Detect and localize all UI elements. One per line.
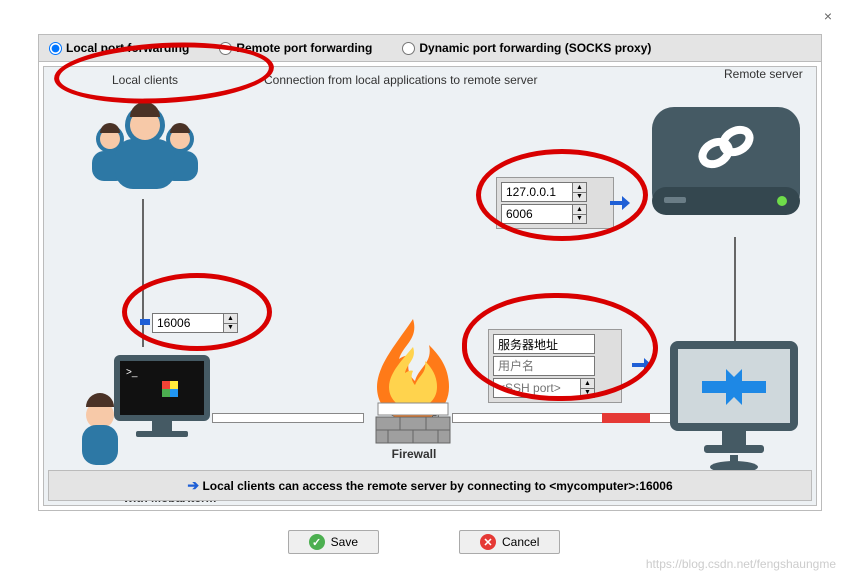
cancel-button[interactable]: ✕ Cancel	[459, 530, 560, 554]
local-port-field[interactable]: ▲▼	[152, 313, 238, 333]
radio-dynamic-forwarding[interactable]: Dynamic port forwarding (SOCKS proxy)	[402, 41, 651, 55]
watermark: https://blog.csdn.net/fengshaungme	[646, 557, 836, 571]
svg-text:>_: >_	[126, 367, 138, 378]
remote-port-input[interactable]	[502, 205, 572, 223]
tunnel-bar-red	[602, 413, 650, 423]
remote-fields-group: ▲▼ ▲▼	[496, 177, 614, 229]
dialog-buttons: ✓ Save ✕ Cancel	[0, 530, 848, 554]
hint-text: Local clients can access the remote serv…	[202, 479, 672, 493]
radio-remote-label: Remote port forwarding	[236, 41, 372, 55]
ssh-user-field[interactable]	[493, 356, 595, 376]
radio-dynamic-label: Dynamic port forwarding (SOCKS proxy)	[419, 41, 651, 55]
remote-server-label: Remote server	[724, 67, 803, 81]
arrow-into-port-icon	[140, 319, 150, 325]
clients-icon	[80, 91, 210, 201]
remote-host-spinner[interactable]: ▲▼	[572, 183, 586, 201]
radio-remote-input[interactable]	[219, 42, 232, 55]
radio-remote-forwarding[interactable]: Remote port forwarding	[219, 41, 372, 55]
ssh-port-field[interactable]: ▲▼	[493, 378, 595, 398]
save-button[interactable]: ✓ Save	[288, 530, 379, 554]
ssh-port-input[interactable]	[494, 379, 580, 397]
remote-host-field[interactable]: ▲▼	[501, 182, 587, 202]
remote-port-field[interactable]: ▲▼	[501, 204, 587, 224]
radio-local-input[interactable]	[49, 42, 62, 55]
ssh-port-spinner[interactable]: ▲▼	[580, 379, 594, 397]
firewall-label: Firewall	[374, 447, 454, 461]
ssh-host-field[interactable]	[493, 334, 595, 354]
ssh-fields-group: ▲▼	[488, 329, 622, 403]
tunnel-bar-left	[212, 413, 364, 423]
annotation-circle-2	[122, 273, 272, 351]
radio-local-forwarding[interactable]: Local port forwarding	[49, 41, 189, 55]
arrow-to-ssh-icon	[630, 353, 654, 377]
remote-port-spinner[interactable]: ▲▼	[572, 205, 586, 223]
ssh-host-input[interactable]	[494, 335, 594, 353]
ssh-server-icon	[662, 331, 812, 481]
close-icon[interactable]: ×	[824, 8, 832, 24]
arrow-right-icon: ➔	[187, 477, 199, 493]
local-port-input[interactable]	[153, 314, 223, 332]
save-label: Save	[331, 535, 358, 549]
radio-dynamic-input[interactable]	[402, 42, 415, 55]
radio-local-label: Local port forwarding	[66, 41, 189, 55]
firewall-icon	[358, 319, 468, 445]
x-icon: ✕	[480, 534, 496, 550]
port-forwarding-dialog: Local port forwarding Remote port forwar…	[38, 34, 822, 511]
forwarding-type-bar: Local port forwarding Remote port forwar…	[39, 35, 821, 62]
cancel-label: Cancel	[502, 535, 539, 549]
diagram-canvas: Local clients Connection from local appl…	[43, 66, 817, 506]
ssh-user-input[interactable]	[494, 357, 594, 375]
check-icon: ✓	[309, 534, 325, 550]
computer-icon: >_	[80, 345, 220, 475]
hint-bar: ➔ Local clients can access the remote se…	[48, 470, 812, 501]
remote-server-icon	[646, 91, 806, 241]
description-label: Connection from local applications to re…	[264, 73, 537, 87]
tunnel-bar-right	[452, 413, 688, 423]
local-clients-label: Local clients	[112, 73, 178, 87]
local-port-spinner[interactable]: ▲▼	[223, 314, 237, 332]
remote-host-input[interactable]	[502, 183, 572, 201]
arrow-to-remote-icon	[608, 191, 632, 215]
